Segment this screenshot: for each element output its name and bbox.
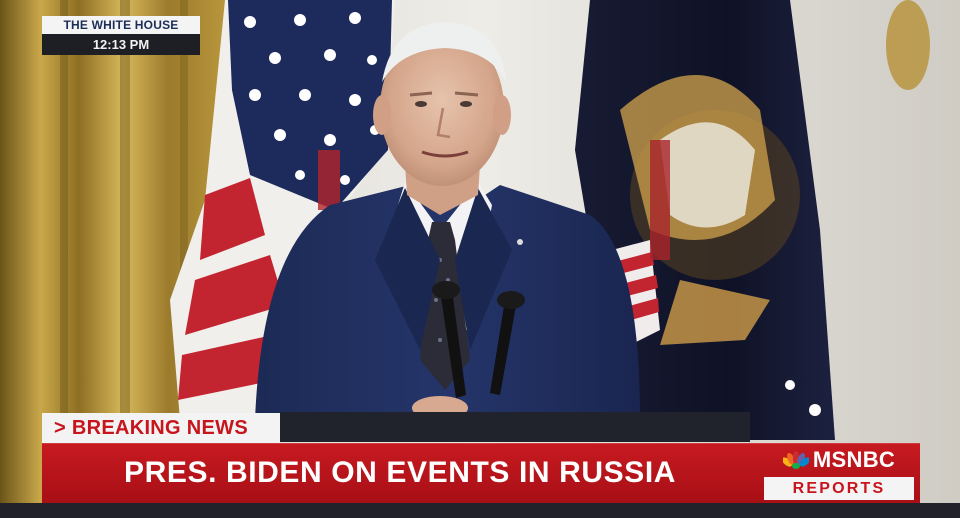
headline-text: PRES. BIDEN ON EVENTS IN RUSSIA xyxy=(124,456,677,489)
network-logo: MSNBC REPORTS xyxy=(764,446,914,500)
breaking-news-tab: > BREAKING NEWS xyxy=(42,413,280,443)
peacock-icon xyxy=(782,451,809,469)
wall-sconce xyxy=(886,0,930,90)
network-logo-top: MSNBC xyxy=(764,446,914,474)
location-label: THE WHITE HOUSE xyxy=(42,16,200,34)
time-label: 12:13 PM xyxy=(42,34,200,55)
location-time-bug: THE WHITE HOUSE 12:13 PM xyxy=(42,16,200,55)
network-name: MSNBC xyxy=(812,447,896,472)
podium xyxy=(280,412,750,442)
program-name: REPORTS xyxy=(764,477,914,500)
